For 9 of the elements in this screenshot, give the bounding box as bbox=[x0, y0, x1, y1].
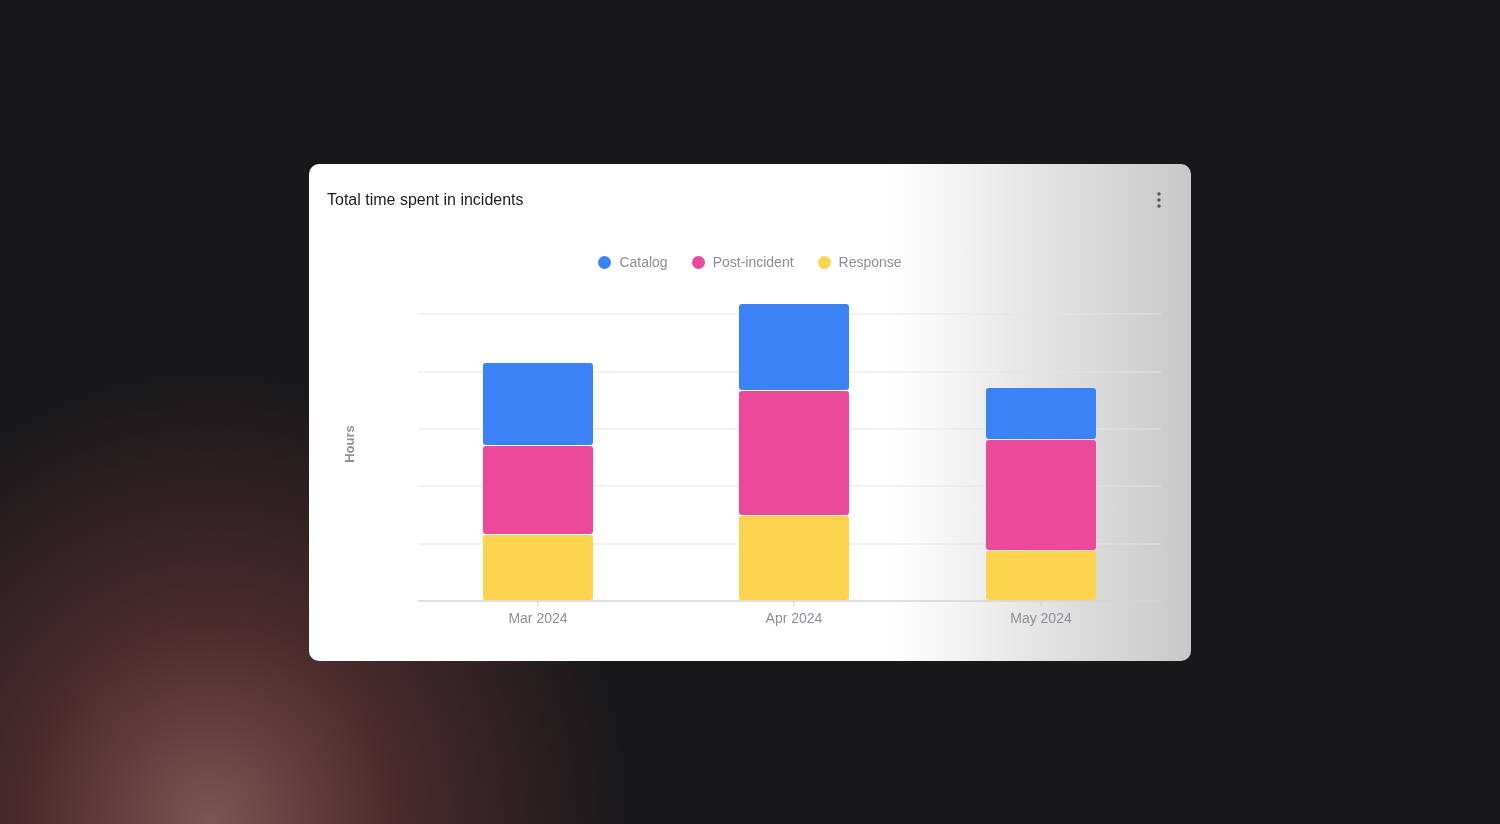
legend-label: Response bbox=[838, 253, 902, 272]
legend-label: Catalog bbox=[619, 253, 668, 272]
x-axis-label: Mar 2024 bbox=[508, 610, 568, 626]
x-axis-label: Apr 2024 bbox=[765, 610, 823, 626]
x-axis-label: May 2024 bbox=[1010, 610, 1072, 626]
y-axis-label: Hours bbox=[342, 425, 357, 463]
legend-label: Post-incident bbox=[712, 253, 794, 272]
card-title: Total time spent in incidents bbox=[327, 190, 524, 210]
more-options-icon[interactable] bbox=[1157, 192, 1161, 208]
